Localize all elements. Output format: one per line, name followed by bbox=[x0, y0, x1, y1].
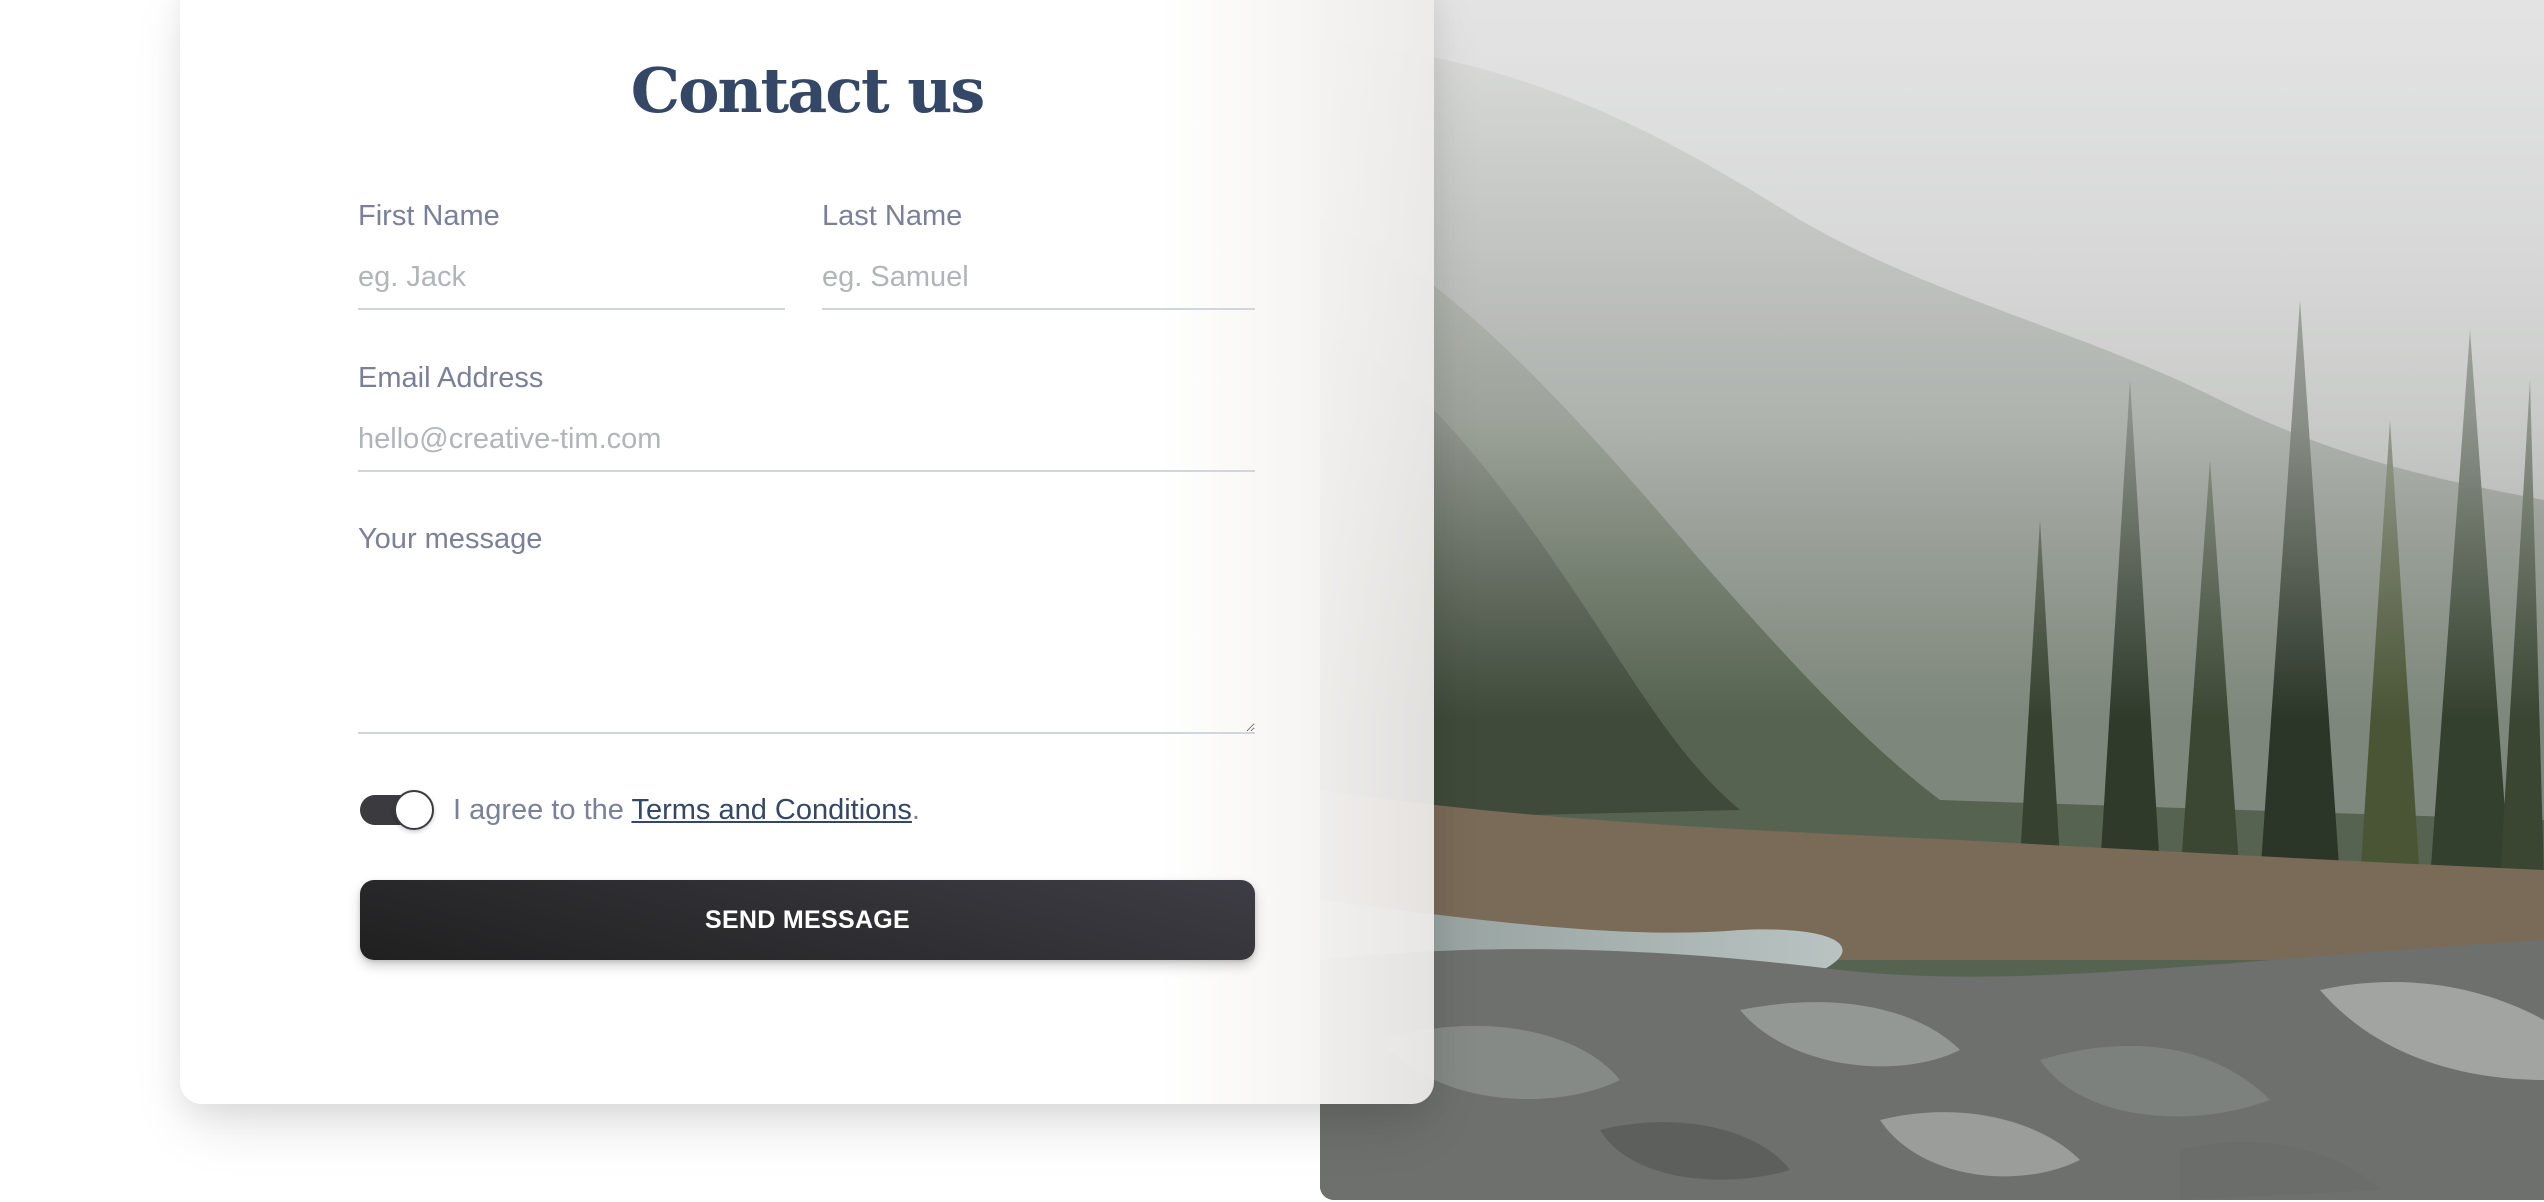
terms-suffix: . bbox=[911, 793, 920, 826]
message-textarea[interactable] bbox=[358, 570, 1255, 734]
terms-agreement: I agree to the Terms and Conditions. bbox=[360, 790, 920, 830]
page-title: Contact us bbox=[630, 54, 986, 127]
email-label: Email Address bbox=[358, 362, 544, 394]
first-name-field: First Name bbox=[358, 200, 785, 310]
terms-link[interactable]: Terms and Conditions bbox=[631, 794, 911, 826]
first-name-label: First Name bbox=[358, 200, 500, 232]
terms-text: I agree to the Terms and Conditions. bbox=[453, 794, 920, 827]
contact-card: Contact us First Name Last Name Email Ad… bbox=[180, 0, 1434, 1104]
last-name-input[interactable] bbox=[822, 249, 1255, 310]
message-label: Your message bbox=[358, 523, 543, 555]
last-name-label: Last Name bbox=[822, 200, 963, 232]
terms-prefix: I agree to the bbox=[453, 793, 632, 826]
forest-river-illustration bbox=[1320, 0, 2544, 1200]
toggle-knob bbox=[394, 790, 434, 830]
terms-toggle[interactable] bbox=[360, 790, 434, 830]
last-name-field: Last Name bbox=[822, 200, 1255, 310]
email-field: Email Address bbox=[358, 362, 1255, 472]
send-message-button[interactable]: SEND MESSAGE bbox=[360, 880, 1255, 960]
email-input[interactable] bbox=[358, 411, 1255, 472]
message-field: Your message bbox=[358, 523, 1255, 734]
first-name-input[interactable] bbox=[358, 249, 785, 310]
page: Contact us First Name Last Name Email Ad… bbox=[0, 0, 2544, 1202]
landscape-image bbox=[1320, 0, 2544, 1200]
